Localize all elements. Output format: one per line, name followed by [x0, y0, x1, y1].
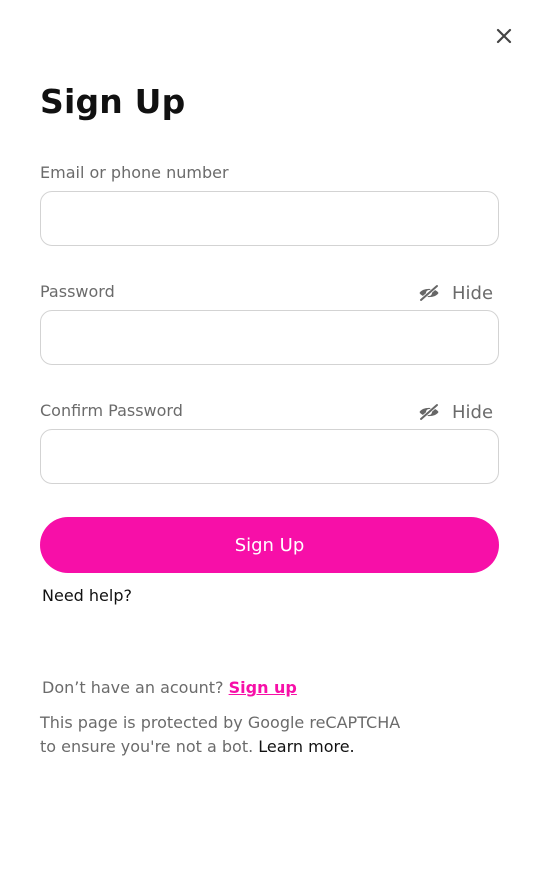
password-visibility-toggle[interactable]: Hide	[418, 281, 493, 305]
recaptcha-line-2: to ensure you're not a bot. Learn more.	[40, 735, 400, 759]
confirm-toggle-label: Hide	[452, 401, 494, 423]
recaptcha-line-1: This page is protected by Google reCAPTC…	[40, 713, 401, 732]
close-icon	[496, 28, 512, 44]
email-label: Email or phone number	[40, 163, 229, 182]
recaptcha-line-2-text: to ensure you're not a bot.	[40, 737, 254, 756]
account-prompt-row: Don’t have an acount? Sign up	[42, 678, 297, 697]
learn-more-link[interactable]: Learn more.	[258, 737, 354, 756]
sign-up-link[interactable]: Sign up	[229, 678, 297, 697]
password-field[interactable]	[40, 310, 499, 365]
close-button[interactable]	[492, 24, 516, 48]
sign-up-button[interactable]: Sign Up	[40, 517, 499, 573]
email-field[interactable]	[40, 191, 499, 246]
eye-slash-icon	[419, 284, 439, 302]
password-label: Password	[40, 282, 115, 301]
password-toggle-label: Hide	[452, 282, 494, 304]
confirm-password-label: Confirm Password	[40, 401, 183, 420]
account-prompt-text: Don’t have an acount?	[42, 678, 224, 697]
recaptcha-notice: This page is protected by Google reCAPTC…	[40, 711, 400, 759]
confirm-password-field[interactable]	[40, 429, 499, 484]
page-title: Sign Up	[40, 82, 186, 121]
eye-slash-icon	[419, 403, 439, 421]
confirm-password-visibility-toggle[interactable]: Hide	[418, 400, 493, 424]
need-help-link[interactable]: Need help?	[42, 586, 132, 605]
